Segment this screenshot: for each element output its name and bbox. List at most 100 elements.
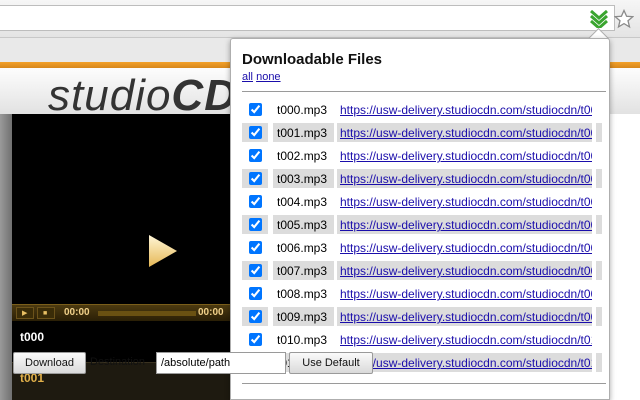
file-checkbox-cell: [242, 284, 268, 303]
file-name: t009.mp3: [277, 310, 328, 324]
file-url-cell: https://usw-delivery.studiocdn.com/studi…: [337, 238, 592, 257]
file-url-cell: https://usw-delivery.studiocdn.com/studi…: [337, 261, 592, 280]
small-play-icon: ▶: [22, 310, 28, 317]
row-end-cell: [596, 238, 602, 257]
row-end-cell: [596, 100, 602, 119]
file-url-cell: https://usw-delivery.studiocdn.com/studi…: [337, 169, 592, 188]
file-url-cell: https://usw-delivery.studiocdn.com/studi…: [337, 146, 592, 165]
file-url-link[interactable]: https://usw-delivery.studiocdn.com/studi…: [340, 241, 592, 255]
file-name: t010.mp3: [277, 333, 328, 347]
file-name-cell: t004.mp3: [273, 192, 334, 211]
seek-bar[interactable]: [98, 311, 196, 316]
file-row: t003.mp3 https://usw-delivery.studiocdn.c…: [242, 167, 602, 190]
file-checkbox[interactable]: [249, 195, 262, 208]
row-end-cell: [596, 146, 602, 165]
use-default-button[interactable]: Use Default: [289, 352, 373, 374]
file-checkbox[interactable]: [249, 149, 262, 162]
file-checkbox-cell: [242, 146, 268, 165]
file-name-cell: t002.mp3: [273, 146, 334, 165]
file-url-link[interactable]: https://usw-delivery.studiocdn.com/studi…: [340, 356, 592, 370]
destination-label: Destination: [90, 356, 146, 368]
row-end-cell: [596, 330, 602, 349]
file-row: t000.mp3 https://usw-delivery.studiocdn.c…: [242, 98, 602, 121]
file-url-cell: https://usw-delivery.studiocdn.com/studi…: [337, 123, 592, 142]
file-row: t007.mp3 https://usw-delivery.studiocdn.c…: [242, 259, 602, 282]
file-url-cell: https://usw-delivery.studiocdn.com/studi…: [337, 330, 592, 349]
selection-links: all none: [242, 71, 281, 83]
page-left-rail: [0, 114, 12, 400]
file-checkbox-cell: [242, 100, 268, 119]
row-end-cell: [596, 261, 602, 280]
file-url-link[interactable]: https://usw-delivery.studiocdn.com/studi…: [340, 195, 592, 209]
play-icon[interactable]: [148, 234, 178, 268]
file-url-link[interactable]: https://usw-delivery.studiocdn.com/studi…: [340, 126, 592, 140]
file-checkbox-cell: [242, 307, 268, 326]
file-checkbox[interactable]: [249, 172, 262, 185]
file-url-cell: https://usw-delivery.studiocdn.com/studi…: [337, 100, 592, 119]
file-url-link[interactable]: https://usw-delivery.studiocdn.com/studi…: [340, 149, 592, 163]
file-name-cell: t001.mp3: [273, 123, 334, 142]
file-row: t002.mp3 https://usw-delivery.studiocdn.c…: [242, 144, 602, 167]
row-end-cell: [596, 215, 602, 234]
file-url-link[interactable]: https://usw-delivery.studiocdn.com/studi…: [340, 172, 592, 186]
file-name-cell: t008.mp3: [273, 284, 334, 303]
file-name: t001.mp3: [277, 126, 328, 140]
file-url-link[interactable]: https://usw-delivery.studiocdn.com/studi…: [340, 103, 592, 117]
file-checkbox[interactable]: [249, 287, 262, 300]
stop-button[interactable]: ■: [37, 307, 55, 319]
row-end-cell: [596, 284, 602, 303]
address-bar[interactable]: [0, 5, 615, 31]
file-name: t000.mp3: [277, 103, 328, 117]
divider: [242, 383, 606, 384]
file-checkbox[interactable]: [249, 103, 262, 116]
file-name: t005.mp3: [277, 218, 328, 232]
file-url-cell: https://usw-delivery.studiocdn.com/studi…: [337, 353, 592, 372]
file-name-cell: t000.mp3: [273, 100, 334, 119]
file-row: t001.mp3 https://usw-delivery.studiocdn.c…: [242, 121, 602, 144]
file-url-link[interactable]: https://usw-delivery.studiocdn.com/studi…: [340, 333, 592, 347]
file-checkbox-cell: [242, 238, 268, 257]
file-checkbox-cell: [242, 192, 268, 211]
file-url-cell: https://usw-delivery.studiocdn.com/studi…: [337, 307, 592, 326]
star-icon[interactable]: [613, 8, 635, 29]
file-url-link[interactable]: https://usw-delivery.studiocdn.com/studi…: [340, 264, 592, 278]
file-checkbox-cell: [242, 123, 268, 142]
file-checkbox[interactable]: [249, 126, 262, 139]
file-checkbox[interactable]: [249, 241, 262, 254]
file-checkbox[interactable]: [249, 310, 262, 323]
file-name-cell: t009.mp3: [273, 307, 334, 326]
download-button[interactable]: Download: [13, 352, 86, 374]
file-url-link[interactable]: https://usw-delivery.studiocdn.com/studi…: [340, 218, 592, 232]
file-name-cell: t007.mp3: [273, 261, 334, 280]
popup-title: Downloadable Files: [242, 51, 383, 68]
row-end-cell: [596, 307, 602, 326]
file-name: t006.mp3: [277, 241, 328, 255]
file-url-cell: https://usw-delivery.studiocdn.com/studi…: [337, 284, 592, 303]
select-none-link[interactable]: none: [256, 71, 280, 83]
browser-toolbar: [0, 0, 640, 38]
file-checkbox[interactable]: [249, 218, 262, 231]
file-checkbox[interactable]: [249, 264, 262, 277]
file-name: t003.mp3: [277, 172, 328, 186]
file-checkbox-cell: [242, 169, 268, 188]
select-all-link[interactable]: all: [242, 71, 253, 83]
double-chevron-down-icon[interactable]: [589, 9, 609, 30]
downloads-popup: Downloadable Files all none t000.mp3 http…: [230, 38, 610, 400]
file-row: t010.mp3 https://usw-delivery.studiocdn.c…: [242, 328, 602, 351]
file-row: t005.mp3 https://usw-delivery.studiocdn.c…: [242, 213, 602, 236]
divider: [242, 91, 606, 92]
row-end-cell: [596, 169, 602, 188]
file-name: t004.mp3: [277, 195, 328, 209]
destination-input[interactable]: [156, 352, 286, 374]
file-url-link[interactable]: https://usw-delivery.studiocdn.com/studi…: [340, 287, 592, 301]
file-name: t008.mp3: [277, 287, 328, 301]
file-name: t007.mp3: [277, 264, 328, 278]
file-list: t000.mp3 https://usw-delivery.studiocdn.c…: [242, 98, 602, 374]
file-row: t006.mp3 https://usw-delivery.studiocdn.c…: [242, 236, 602, 259]
play-button[interactable]: ▶: [16, 307, 34, 319]
row-end-cell: [596, 353, 602, 372]
file-checkbox[interactable]: [249, 333, 262, 346]
file-url-link[interactable]: https://usw-delivery.studiocdn.com/studi…: [340, 310, 592, 324]
file-url-cell: https://usw-delivery.studiocdn.com/studi…: [337, 192, 592, 211]
time-total: 00:00: [198, 307, 224, 318]
